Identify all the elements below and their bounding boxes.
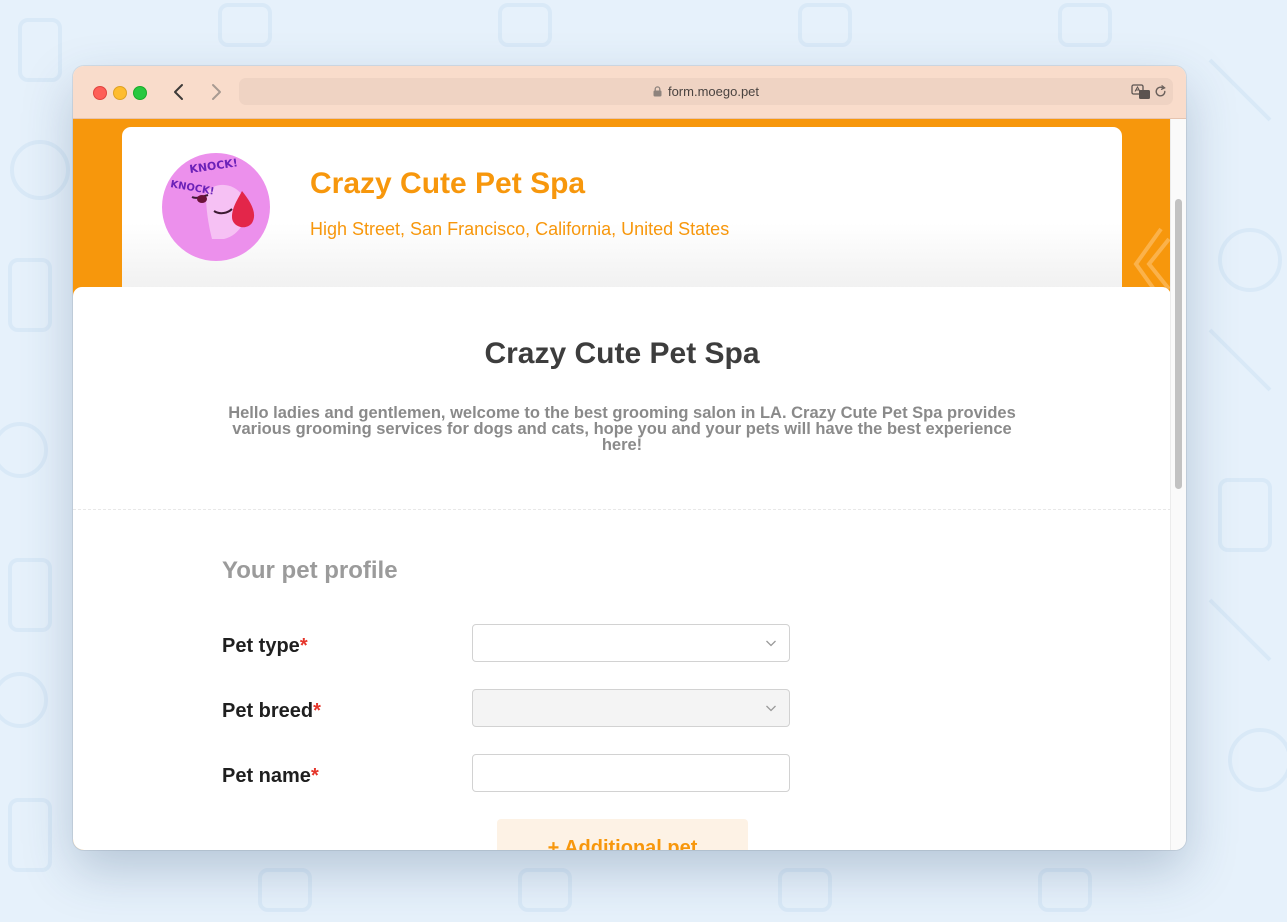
chevron-down-icon xyxy=(766,640,776,647)
pet-type-select[interactable] xyxy=(472,624,790,662)
close-window-button[interactable] xyxy=(93,86,107,100)
minimize-window-button[interactable] xyxy=(113,86,127,100)
business-name: Crazy Cute Pet Spa xyxy=(310,167,586,200)
title-bar: form.moego.pet xyxy=(73,66,1186,119)
form-description: Hello ladies and gentlemen, welcome to t… xyxy=(228,404,1016,454)
url-text: form.moego.pet xyxy=(667,84,760,99)
pet-name-label-text: Pet name xyxy=(222,765,311,787)
section-divider xyxy=(73,509,1171,510)
pet-type-label: Pet type* xyxy=(222,635,308,658)
page-viewport: KNOCK! KNOCK! Crazy Cute Pet Spa High St… xyxy=(73,119,1171,850)
scrollbar-thumb[interactable] xyxy=(1175,199,1182,489)
required-mark: * xyxy=(310,765,319,787)
pet-breed-select[interactable] xyxy=(472,689,790,727)
browser-window: form.moego.pet KNOCK! KNOCK! Crazy Cute … xyxy=(73,66,1186,850)
form-title: Crazy Cute Pet Spa xyxy=(484,337,760,370)
forward-icon[interactable] xyxy=(204,82,226,102)
address-bar[interactable]: form.moego.pet xyxy=(239,78,1173,105)
chevron-down-icon xyxy=(766,705,776,712)
pet-type-label-text: Pet type xyxy=(222,635,300,657)
section-title: Your pet profile xyxy=(222,557,398,584)
scrollbar[interactable] xyxy=(1170,119,1186,850)
required-mark: * xyxy=(313,700,321,722)
pet-name-label: Pet name* xyxy=(222,765,319,788)
lock-icon xyxy=(653,86,662,97)
business-logo: KNOCK! KNOCK! xyxy=(162,153,270,261)
business-address: High Street, San Francisco, California, … xyxy=(310,219,730,239)
translate-icon[interactable] xyxy=(1131,84,1151,100)
required-mark: * xyxy=(299,635,308,657)
zoom-window-button[interactable] xyxy=(133,86,147,100)
additional-pet-button[interactable]: + Additional pet xyxy=(497,819,748,850)
pet-breed-label: Pet breed* xyxy=(222,700,321,723)
reload-icon[interactable] xyxy=(1154,85,1167,98)
back-icon[interactable] xyxy=(169,82,191,102)
business-header: KNOCK! KNOCK! Crazy Cute Pet Spa High St… xyxy=(122,127,1122,302)
booking-form-card: Crazy Cute Pet Spa Hello ladies and gent… xyxy=(73,287,1171,850)
pet-name-input[interactable] xyxy=(472,754,790,792)
pet-breed-label-text: Pet breed xyxy=(222,700,314,722)
